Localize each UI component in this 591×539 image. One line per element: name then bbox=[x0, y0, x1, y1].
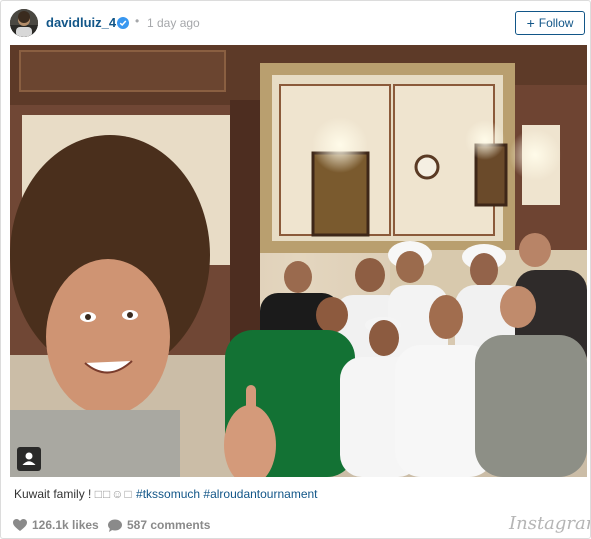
user-tag-icon[interactable] bbox=[17, 447, 41, 471]
post-header: davidluiz_4 • 1 day ago + Follow bbox=[1, 1, 590, 45]
post-timestamp[interactable]: 1 day ago bbox=[147, 16, 200, 30]
caption-text: Kuwait family ! bbox=[14, 487, 95, 501]
likes-label: 126.1k likes bbox=[32, 518, 99, 532]
follow-button[interactable]: + Follow bbox=[515, 11, 585, 35]
verified-badge-icon bbox=[117, 16, 129, 29]
post-photo[interactable] bbox=[10, 45, 587, 477]
likes-count[interactable]: 126.1k likes bbox=[13, 518, 99, 532]
instagram-post-card: davidluiz_4 • 1 day ago + Follow Kuwait … bbox=[0, 0, 591, 539]
comments-count[interactable]: 587 comments bbox=[108, 518, 210, 532]
separator-dot: • bbox=[135, 14, 140, 28]
post-caption: Kuwait family ! □□☺□ #tkssomuch #alrouda… bbox=[14, 487, 318, 501]
heart-icon bbox=[13, 518, 27, 531]
instagram-logo[interactable]: Instagram bbox=[509, 513, 590, 534]
hashtag-tkssomuch[interactable]: #tkssomuch bbox=[136, 487, 200, 501]
username-link[interactable]: davidluiz_4 bbox=[46, 15, 116, 30]
post-footer: 126.1k likes 587 comments Instagram bbox=[1, 509, 590, 538]
plus-icon: + bbox=[526, 15, 535, 31]
caption-emoji: □□☺□ bbox=[94, 487, 133, 501]
avatar[interactable] bbox=[10, 9, 38, 37]
comment-bubble-icon bbox=[108, 519, 122, 532]
hashtag-alroudantournament[interactable]: #alroudantournament bbox=[203, 487, 317, 501]
comments-label: 587 comments bbox=[127, 518, 211, 532]
follow-label: Follow bbox=[538, 16, 574, 30]
